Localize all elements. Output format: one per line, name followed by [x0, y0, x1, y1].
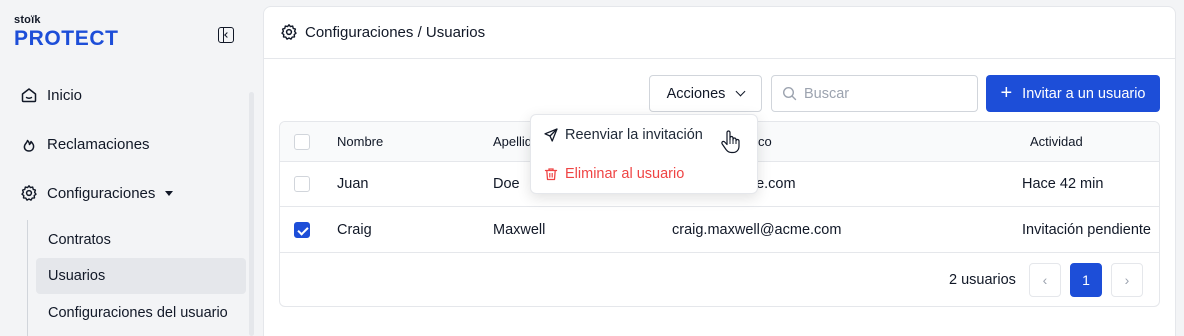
trash-icon — [544, 167, 558, 181]
menu-item-resend-invitation[interactable]: Reenviar la invitación — [544, 127, 703, 143]
invite-user-button[interactable]: + Invitar a un usuario — [986, 75, 1160, 112]
actions-dropdown-button[interactable]: Acciones — [649, 75, 762, 112]
cell-actividad: Hace 42 min — [1022, 176, 1104, 192]
sidebar-scrollbar[interactable] — [249, 92, 254, 336]
brand-top: stoïk — [14, 14, 41, 26]
brand-name: PROTECT — [14, 27, 119, 50]
search-icon — [782, 86, 797, 101]
subnav-item-usuarios[interactable]: Usuarios — [36, 258, 246, 294]
caret-down-icon — [165, 190, 174, 196]
column-header-nombre[interactable]: Nombre — [337, 122, 383, 161]
home-icon — [20, 86, 38, 104]
pagination: 2 usuarios ‹ 1 › — [280, 263, 1159, 306]
flame-icon — [20, 135, 38, 153]
page-button-current[interactable]: 1 — [1070, 263, 1102, 297]
delete-label: Eliminar al usuario — [565, 166, 685, 182]
row-checkbox[interactable] — [294, 176, 310, 192]
sidebar-item-label: Inicio — [47, 86, 83, 104]
cell-nombre: Juan — [337, 176, 369, 192]
collapse-sidebar-icon[interactable] — [218, 27, 234, 43]
resend-label: Reenviar la invitación — [565, 127, 703, 143]
cell-apellido: Doe — [493, 176, 520, 192]
table-row[interactable]: Craig Maxwell craig.maxwell@acme.com Inv… — [280, 208, 1159, 253]
sidebar: stoïk PROTECT Inicio Reclamaciones Confi… — [0, 0, 258, 336]
sidebar-item-inicio[interactable]: Inicio — [20, 86, 82, 104]
sidebar-item-label: Reclamaciones — [47, 135, 150, 153]
users-count: 2 usuarios — [949, 272, 1016, 288]
sidebar-item-reclamaciones[interactable]: Reclamaciones — [20, 135, 150, 153]
header-divider — [264, 58, 1175, 59]
cell-email: craig.maxwell@acme.com — [672, 222, 842, 238]
column-header-email[interactable]: co — [758, 122, 772, 161]
gear-icon — [280, 23, 298, 41]
column-header-actividad[interactable]: Actividad — [1030, 122, 1083, 161]
gear-icon — [20, 184, 38, 202]
chevron-down-icon — [735, 86, 746, 97]
select-all-checkbox[interactable] — [294, 134, 310, 150]
cell-actividad: Invitación pendiente — [1022, 222, 1151, 238]
breadcrumb: Configuraciones / Usuarios — [280, 23, 485, 41]
menu-item-delete-user[interactable]: Eliminar al usuario — [544, 166, 684, 182]
settings-subnav: Contratos Usuarios Configuraciones del u… — [27, 220, 246, 336]
subnav-item-configuraciones-usuario[interactable]: Configuraciones del usuario — [36, 295, 246, 331]
cell-apellido: Maxwell — [493, 222, 546, 238]
row-checkbox-checked[interactable] — [294, 222, 310, 238]
send-icon — [544, 128, 558, 142]
subnav-item-contratos[interactable]: Contratos — [36, 222, 246, 258]
search-field[interactable] — [771, 75, 978, 112]
hand-cursor-icon — [720, 130, 740, 154]
invite-label: Invitar a un usuario — [1022, 85, 1146, 102]
sidebar-item-label: Configuraciones — [47, 184, 156, 202]
actions-label: Acciones — [666, 85, 726, 102]
plus-icon: + — [1000, 81, 1013, 104]
next-page-button[interactable]: › — [1111, 263, 1143, 297]
prev-page-button[interactable]: ‹ — [1029, 263, 1061, 297]
sidebar-item-configuraciones[interactable]: Configuraciones — [20, 184, 174, 202]
breadcrumb-text: Configuraciones / Usuarios — [305, 23, 486, 41]
cell-nombre: Craig — [337, 222, 372, 238]
brand-logo[interactable]: stoïk PROTECT — [14, 14, 119, 50]
search-input[interactable] — [804, 85, 964, 102]
